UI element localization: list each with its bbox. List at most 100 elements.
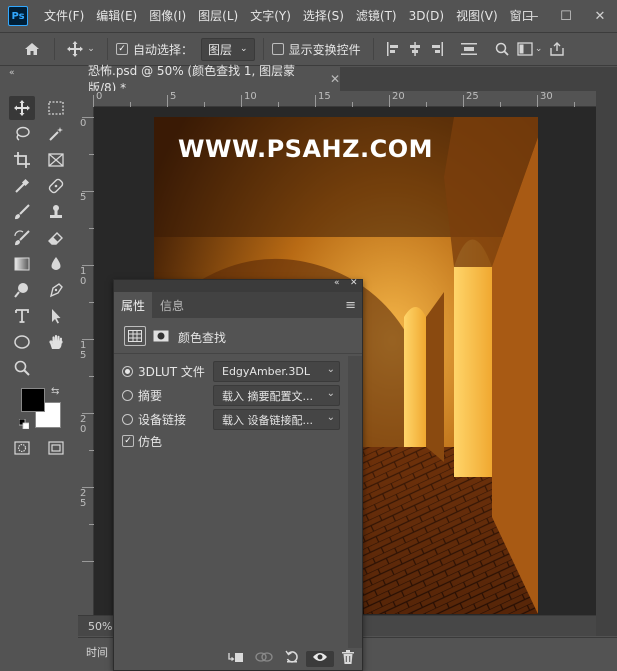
- menu-image[interactable]: 图像(I): [143, 0, 192, 32]
- show-transform-checkbox[interactable]: [271, 43, 284, 55]
- maximize-button[interactable]: ☐: [549, 0, 583, 32]
- clip-to-layer-icon[interactable]: [222, 651, 250, 667]
- blur-tool-icon[interactable]: [43, 252, 69, 276]
- document-tab-bar: 恐怖.psd @ 50% (颜色查找 1, 图层蒙版/8) * ✕: [78, 64, 617, 95]
- frame-tool-icon[interactable]: [43, 148, 69, 172]
- menu-items: 文件(F) 编辑(E) 图像(I) 图层(L) 文字(Y) 选择(S) 滤镜(T…: [38, 0, 540, 32]
- clone-stamp-tool-icon[interactable]: [43, 200, 69, 224]
- collapse-panel-icon[interactable]: «: [334, 278, 340, 288]
- view-previous-icon[interactable]: [250, 651, 278, 667]
- eyedropper-tool-icon[interactable]: [9, 174, 35, 198]
- quick-mask-icon[interactable]: [9, 436, 35, 460]
- menu-type[interactable]: 文字(Y): [244, 0, 297, 32]
- menu-edit[interactable]: 编辑(E): [90, 0, 143, 32]
- panel-tabs: 属性 信息: [114, 292, 362, 318]
- close-panel-icon[interactable]: ✕: [350, 278, 358, 288]
- adjustment-title: 颜色查找: [178, 331, 227, 345]
- auto-select-checkbox[interactable]: ✓: [116, 43, 128, 55]
- auto-select-label: 自动选择：: [133, 42, 194, 57]
- magic-wand-tool-icon[interactable]: [43, 122, 69, 146]
- align-left-icon[interactable]: [382, 42, 404, 56]
- tab-info[interactable]: 信息: [152, 292, 192, 318]
- lasso-tool-icon[interactable]: [9, 122, 35, 146]
- default-colors-icon[interactable]: [18, 418, 30, 432]
- align-right-icon[interactable]: [426, 42, 448, 56]
- menu-3d[interactable]: 3D(D): [403, 0, 450, 32]
- ellipse-tool-icon[interactable]: [9, 330, 35, 354]
- pen-tool-icon[interactable]: [43, 278, 69, 302]
- ruler-label: 0: [96, 91, 103, 102]
- home-icon[interactable]: [18, 42, 46, 56]
- radio-device-link[interactable]: [122, 414, 133, 425]
- close-tab-icon[interactable]: ✕: [330, 72, 340, 86]
- panel-scrollbar[interactable]: [348, 356, 362, 648]
- options-bar: ⌄ ✓ 自动选择： 图层 ⌄ 显示变换控件 ⌄: [0, 32, 617, 66]
- menu-select[interactable]: 选择(S): [297, 0, 350, 32]
- dodge-tool-icon[interactable]: [9, 278, 35, 302]
- timeline-label[interactable]: 时间: [86, 644, 108, 660]
- foreground-color-swatch[interactable]: [21, 388, 45, 412]
- path-selection-tool-icon[interactable]: [43, 304, 69, 328]
- layer-mask-icon[interactable]: [150, 326, 172, 346]
- menu-layer[interactable]: 图层(L): [192, 0, 244, 32]
- crop-tool-icon[interactable]: [9, 148, 35, 172]
- gradient-tool-icon[interactable]: [9, 252, 35, 276]
- eraser-tool-icon[interactable]: [43, 226, 69, 250]
- screen-mode-icon[interactable]: [43, 436, 69, 460]
- ruler-label: 2 0: [80, 414, 87, 435]
- menu-file[interactable]: 文件(F): [38, 0, 90, 32]
- tab-properties[interactable]: 属性: [114, 292, 152, 318]
- menu-view[interactable]: 视图(V): [450, 0, 504, 32]
- trash-icon[interactable]: [334, 650, 362, 668]
- history-brush-tool-icon[interactable]: [9, 226, 35, 250]
- search-icon[interactable]: [490, 42, 514, 56]
- healing-brush-tool-icon[interactable]: [43, 174, 69, 198]
- hand-tool-icon[interactable]: [43, 330, 69, 354]
- dither-checkbox[interactable]: ✓: [122, 435, 134, 447]
- divider: [262, 38, 264, 60]
- visibility-icon[interactable]: [306, 651, 334, 667]
- radio-3dlut[interactable]: [122, 366, 133, 377]
- workspace-icon[interactable]: ⌄: [514, 42, 546, 56]
- layer-select-dropdown[interactable]: 图层 ⌄: [201, 37, 255, 61]
- abstract-dropdown[interactable]: 载入 摘要配置文... ⌄: [213, 385, 340, 406]
- reset-icon[interactable]: [278, 650, 306, 668]
- zoom-level[interactable]: 50%: [88, 620, 112, 633]
- align-center-icon[interactable]: [404, 42, 426, 56]
- divider: [372, 38, 374, 60]
- menu-filter[interactable]: 滤镜(T): [350, 0, 403, 32]
- close-window-button[interactable]: ✕: [583, 0, 617, 32]
- divider: [107, 38, 108, 60]
- brush-tool-icon[interactable]: [9, 200, 35, 224]
- 3dlut-file-value: EdgyAmber.3DL: [222, 365, 311, 378]
- adjustment-layer-icon[interactable]: [124, 326, 146, 346]
- document-tab[interactable]: 恐怖.psd @ 50% (颜色查找 1, 图层蒙版/8) * ✕: [78, 64, 340, 95]
- swap-colors-icon[interactable]: ⇆: [51, 386, 59, 397]
- type-tool-icon[interactable]: [9, 304, 35, 328]
- ruler-label: 30: [540, 91, 553, 102]
- share-icon[interactable]: [546, 42, 568, 56]
- device-link-dropdown[interactable]: 载入 设备链接配... ⌄: [213, 409, 340, 430]
- panel-menu-icon[interactable]: ≡: [345, 298, 356, 313]
- watermark-text: WWW.PSAHZ.COM: [178, 135, 434, 163]
- tab-properties-label: 属性: [120, 298, 145, 313]
- radio-abstract-label: 摘要: [138, 389, 163, 403]
- horizontal-ruler[interactable]: 0 5 10 15 20 25 30: [93, 91, 596, 107]
- panel-body: 3DLUT 文件 EdgyAmber.3DL ⌄ 摘要 载入 摘要配置文... …: [114, 356, 348, 648]
- move-tool-preset-icon[interactable]: ⌄: [63, 41, 99, 57]
- radio-abstract[interactable]: [122, 390, 133, 401]
- radio-3dlut-label: 3DLUT 文件: [138, 365, 205, 379]
- vertical-ruler[interactable]: 0 5 1 0 1 5 2 0 2 5: [78, 107, 94, 615]
- collapse-toolbar-icon[interactable]: «: [9, 68, 15, 78]
- vertical-scrollbar[interactable]: [596, 91, 617, 636]
- marquee-tool-icon[interactable]: [43, 96, 69, 120]
- ruler-label: 2 5: [80, 488, 87, 509]
- 3dlut-file-dropdown[interactable]: EdgyAmber.3DL ⌄: [213, 361, 340, 382]
- horizontal-ruler-ticks: [93, 95, 575, 107]
- zoom-tool-icon[interactable]: [9, 356, 35, 380]
- distribute-icon[interactable]: [454, 42, 484, 56]
- show-transform-label: 显示变换控件: [288, 42, 361, 57]
- minimize-button[interactable]: —: [515, 0, 549, 32]
- tab-info-label: 信息: [159, 298, 184, 313]
- move-tool-icon[interactable]: [9, 96, 35, 120]
